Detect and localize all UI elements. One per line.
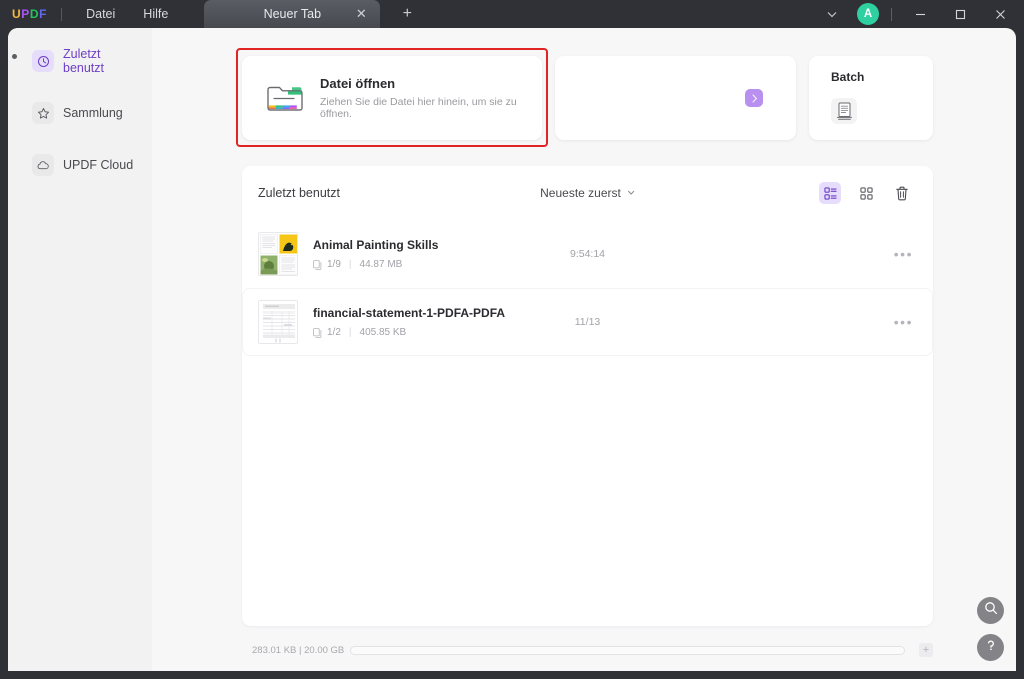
- floating-buttons: [977, 597, 1004, 661]
- table-row[interactable]: financial-statement-1-PDFA-PDFA 1/2 | 40…: [242, 288, 933, 356]
- open-file-subtitle: Ziehen Sie die Datei hier hinein, um sie…: [320, 96, 517, 120]
- meta-separator: |: [348, 327, 352, 338]
- sidebar-item-zuletzt-benutzt[interactable]: Zuletzt benutzt: [18, 44, 142, 78]
- file-info-block: financial-statement-1-PDFA-PDFA 1/2 | 40…: [313, 306, 505, 338]
- file-time: 11/13: [574, 316, 601, 328]
- file-more-options-button[interactable]: •••: [894, 315, 913, 329]
- updf-logo: U P D F: [12, 7, 47, 21]
- sidebar: Zuletzt benutzt Sammlung UPDF Cloud: [8, 28, 152, 671]
- quick-action-cards: Datei öffnen Ziehen Sie die Datei hier h…: [236, 48, 933, 147]
- file-name: Animal Painting Skills: [313, 238, 439, 252]
- chevron-right-icon[interactable]: [745, 89, 763, 107]
- meta-separator: |: [348, 259, 352, 270]
- title-bar-right: A: [817, 0, 1024, 28]
- menu-datei[interactable]: Datei: [76, 4, 125, 24]
- titlebar-divider: [891, 7, 892, 21]
- recent-files-panel: Zuletzt benutzt Neueste zuerst Animal Pa…: [242, 166, 933, 626]
- open-file-text-block: Datei öffnen Ziehen Sie die Datei hier h…: [320, 76, 542, 120]
- file-size: 405.85 KB: [359, 327, 407, 338]
- document-stack-icon: [831, 98, 857, 124]
- file-name: financial-statement-1-PDFA-PDFA: [313, 306, 506, 320]
- sidebar-item-label: UPDF Cloud: [63, 158, 134, 172]
- file-size: 44.87 MB: [359, 259, 403, 270]
- tab-strip: Neuer Tab ✕ +: [204, 0, 418, 28]
- list-view-icon[interactable]: [819, 182, 841, 204]
- minimize-button[interactable]: [900, 0, 940, 28]
- tab-neuer-tab[interactable]: Neuer Tab ✕: [204, 0, 381, 28]
- add-storage-button[interactable]: +: [919, 643, 933, 657]
- star-icon: [32, 102, 54, 124]
- folder-icon: [266, 82, 304, 114]
- sidebar-active-dot: [12, 54, 17, 59]
- storage-text: 283.01 KB | 20.00 GB: [252, 644, 345, 656]
- chevron-down-icon[interactable]: [817, 0, 847, 28]
- search-fab[interactable]: [977, 597, 1004, 624]
- storage-bar: 283.01 KB | 20.00 GB +: [242, 639, 933, 661]
- file-more-options-button[interactable]: •••: [894, 247, 913, 261]
- main-content: Datei öffnen Ziehen Sie die Datei hier h…: [152, 28, 1016, 671]
- question-mark-icon: [984, 638, 998, 657]
- recent-files-title: Zuletzt benutzt: [258, 186, 340, 200]
- batch-card[interactable]: Batch: [809, 56, 933, 140]
- title-bar-left: U P D F Datei Hilfe: [0, 0, 178, 28]
- pages-icon: [313, 259, 322, 270]
- recent-files-header: Zuletzt benutzt Neueste zuerst: [242, 166, 933, 220]
- app-shell: Zuletzt benutzt Sammlung UPDF Cloud Date…: [8, 28, 1016, 671]
- logo-letter-d: D: [29, 7, 40, 21]
- new-tab-icon[interactable]: +: [396, 3, 418, 25]
- sort-dropdown[interactable]: Neueste zuerst: [540, 186, 635, 200]
- tab-label: Neuer Tab: [263, 7, 322, 21]
- grid-view-icon[interactable]: [855, 182, 877, 204]
- trash-icon[interactable]: [891, 182, 913, 204]
- close-button[interactable]: [980, 0, 1020, 28]
- avatar[interactable]: A: [857, 3, 879, 25]
- file-time: 9:54:14: [569, 248, 606, 260]
- title-bar: U P D F Datei Hilfe Neuer Tab ✕ + A: [0, 0, 1024, 28]
- sidebar-item-label: Zuletzt benutzt: [63, 47, 105, 75]
- clock-icon: [32, 50, 54, 72]
- file-meta: 1/2 | 405.85 KB: [313, 327, 505, 338]
- search-icon: [984, 601, 998, 620]
- view-toolbar: [819, 182, 913, 204]
- menu-hilfe[interactable]: Hilfe: [133, 4, 178, 24]
- file-pages: 1/9: [327, 259, 341, 270]
- maximize-button[interactable]: [940, 0, 980, 28]
- tab-close-icon[interactable]: ✕: [354, 7, 368, 21]
- help-fab[interactable]: [977, 634, 1004, 661]
- file-info-block: Animal Painting Skills 1/9 | 44.87 MB: [313, 238, 438, 270]
- updf-application-window: U P D F Datei Hilfe Neuer Tab ✕ + A Zule…: [0, 0, 1024, 679]
- logo-letter-f: F: [39, 7, 48, 21]
- logo-letter-u: U: [12, 7, 22, 21]
- pages-icon: [313, 327, 322, 338]
- art-pages-thumbnail: [258, 232, 298, 276]
- middle-card[interactable]: [555, 56, 796, 140]
- table-row[interactable]: Animal Painting Skills 1/9 | 44.87 MB 9:…: [242, 220, 933, 288]
- storage-progress-bar: [350, 645, 905, 655]
- financial-document-thumbnail: [258, 300, 298, 344]
- chevron-down-icon: [628, 190, 635, 197]
- file-meta: 1/9 | 44.87 MB: [313, 259, 438, 270]
- sidebar-item-updf-cloud[interactable]: UPDF Cloud: [18, 148, 142, 182]
- batch-title: Batch: [831, 70, 865, 84]
- sidebar-item-sammlung[interactable]: Sammlung: [18, 96, 142, 130]
- file-pages: 1/2: [327, 327, 341, 338]
- open-file-card[interactable]: Datei öffnen Ziehen Sie die Datei hier h…: [236, 48, 548, 147]
- logo-letter-p: P: [21, 7, 30, 21]
- sort-label: Neueste zuerst: [540, 186, 621, 200]
- open-file-title: Datei öffnen: [320, 76, 396, 91]
- sidebar-item-label: Sammlung: [63, 106, 123, 120]
- logo-divider: [61, 7, 63, 21]
- cloud-icon: [32, 154, 54, 176]
